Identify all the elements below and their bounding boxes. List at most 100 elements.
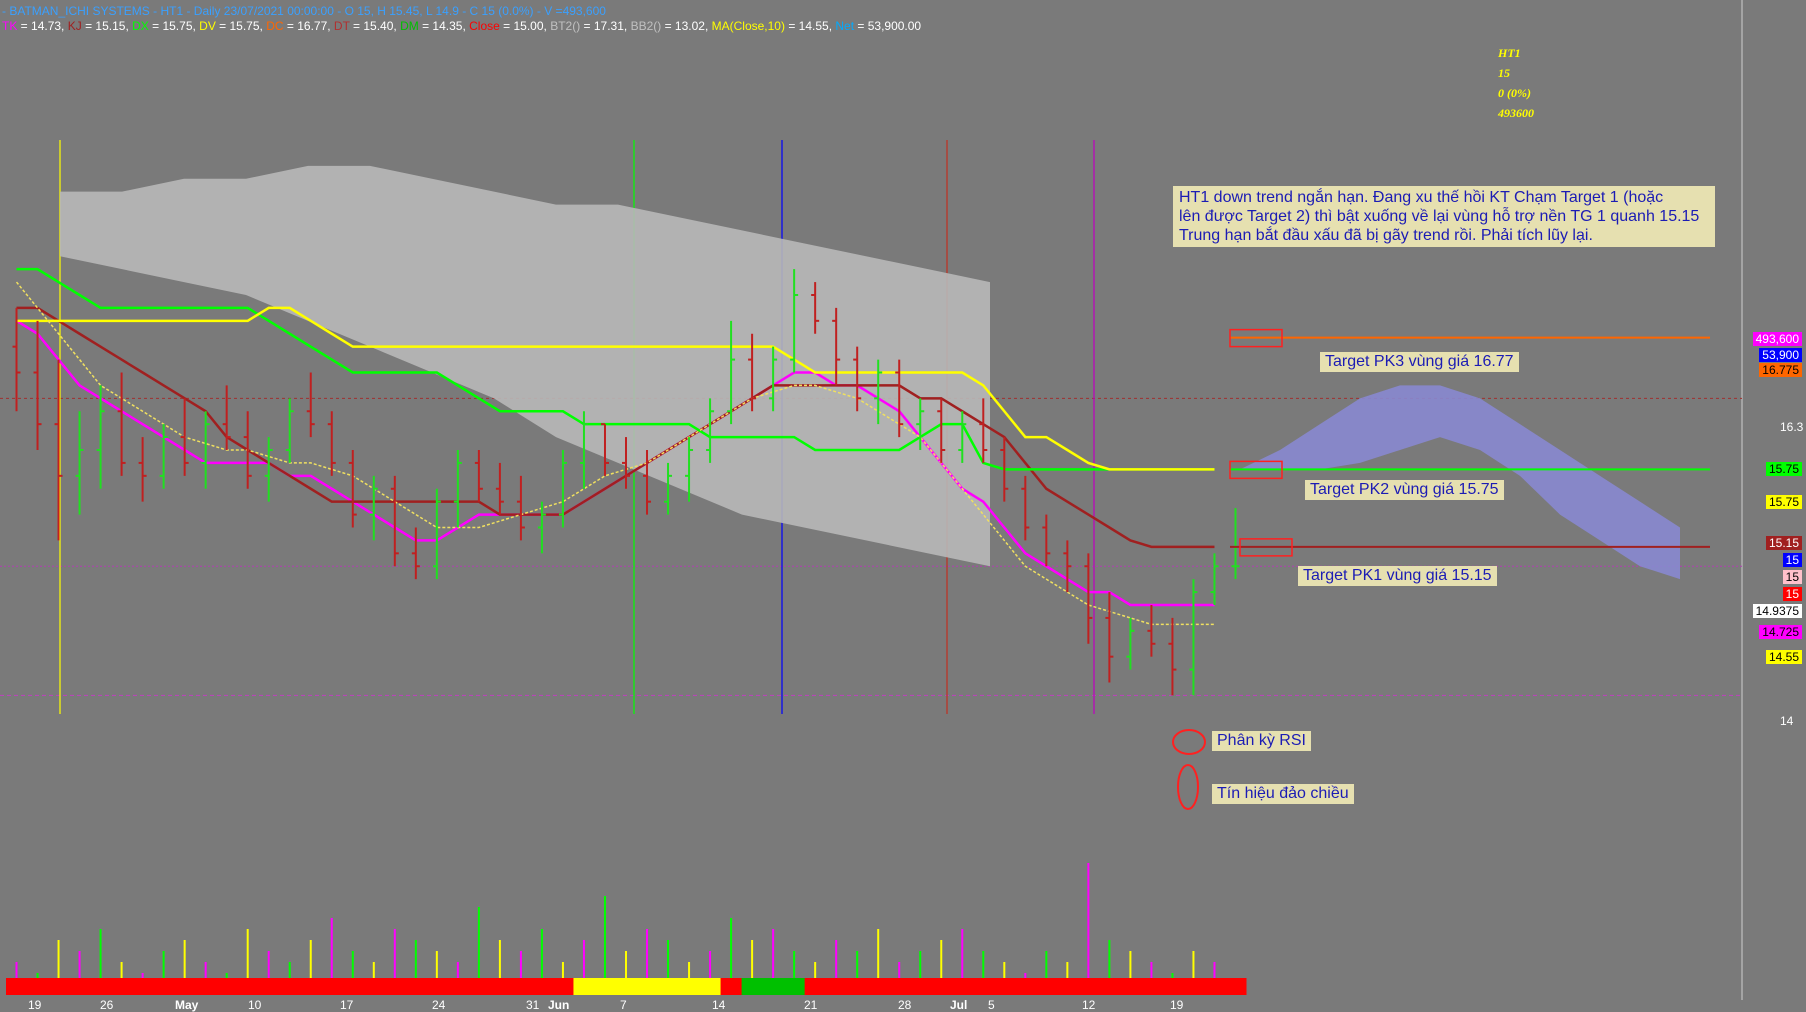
- status-cell: [1035, 978, 1058, 995]
- indicator-value: = 13.02,: [661, 19, 712, 33]
- note-line: Trung hạn bắt đầu xấu đã bị gãy trend rồ…: [1179, 227, 1593, 244]
- indicator-name: BB2(): [630, 19, 662, 33]
- indicator-name: KJ: [67, 19, 82, 33]
- status-cell: [573, 978, 595, 995]
- status-cell: [132, 978, 154, 995]
- status-cell: [552, 978, 574, 995]
- price-tag: 15.75: [1765, 495, 1802, 509]
- status-cell: [930, 978, 953, 995]
- price-tag: 15: [1782, 553, 1802, 567]
- status-cell: [363, 978, 385, 995]
- indicator-name: DC: [266, 19, 284, 33]
- status-cell: [615, 978, 638, 995]
- status-cell: [741, 978, 764, 995]
- chart-header: - BATMAN_ICHI SYSTEMS - HT1 - Daily 23/0…: [2, 4, 606, 18]
- price-tag: 14.55: [1765, 650, 1802, 664]
- indicator-name: DV: [199, 19, 216, 33]
- status-cell: [468, 978, 490, 995]
- status-cell: [699, 978, 722, 995]
- price-chart[interactable]: [0, 0, 1806, 1012]
- status-cell: [153, 978, 175, 995]
- x-tick-label: 28: [898, 998, 912, 1012]
- status-cell: [111, 978, 133, 995]
- status-cell: [48, 978, 70, 995]
- price-tag: 493,600: [1752, 332, 1802, 346]
- price-tag: 15: [1782, 587, 1802, 601]
- indicator-value: = 14.73,: [17, 19, 68, 33]
- price-tag: 14.725: [1759, 625, 1802, 639]
- indicator-value: = 14.55,: [784, 19, 836, 33]
- indicator-name: Net: [835, 19, 855, 33]
- indicator-name: MA(Close,10): [711, 19, 785, 33]
- status-cell: [510, 978, 532, 995]
- analysis-note: HT1 down trend ngắn hạn. Đang xu thế hồi…: [1173, 186, 1715, 247]
- status-cell: [1056, 978, 1079, 995]
- status-cell: [720, 978, 743, 995]
- status-cell: [678, 978, 701, 995]
- price-tag: 16.775: [1759, 363, 1802, 377]
- note-line: lên được Target 2) thì bật xuống về lại …: [1179, 208, 1700, 225]
- indicator-name: DX: [132, 19, 149, 33]
- target-pk2-label: Target PK2 vùng giá 15.75: [1305, 480, 1504, 500]
- indicator-value: = 15.75,: [215, 19, 267, 33]
- target-pk1-label: Target PK1 vùng giá 15.15: [1298, 566, 1497, 586]
- symbol-info-box: HT1 15 0 (0%) 493600: [1498, 43, 1534, 123]
- indicator-value: = 17.31,: [580, 19, 631, 33]
- status-cell: [237, 978, 259, 995]
- status-cell: [279, 978, 301, 995]
- status-cell: [1119, 978, 1142, 995]
- price-tag: 15: [1782, 570, 1802, 584]
- status-cell: [594, 978, 616, 995]
- chart-window: - BATMAN_ICHI SYSTEMS - HT1 - Daily 23/0…: [0, 0, 1806, 1012]
- indicator-value: = 15.75,: [148, 19, 200, 33]
- status-cell: [888, 978, 911, 995]
- price-tag: 53,900: [1759, 348, 1802, 362]
- indicator-name: DT: [333, 19, 350, 33]
- info-symbol: HT1: [1498, 46, 1521, 60]
- x-tick-label: Jun: [548, 998, 570, 1012]
- status-cell: [909, 978, 932, 995]
- x-tick-label: 12: [1082, 998, 1096, 1012]
- status-cell: [1140, 978, 1163, 995]
- status-cell: [6, 978, 28, 995]
- info-volume: 493600: [1498, 106, 1534, 120]
- indicator-value: = 15.00,: [499, 19, 551, 33]
- indicator-name: Close: [469, 19, 500, 33]
- status-cell: [1161, 978, 1184, 995]
- x-tick-label: 19: [1170, 998, 1184, 1012]
- x-tick-label: 7: [620, 998, 627, 1012]
- x-tick-label: 17: [340, 998, 354, 1012]
- indicator-name: DM: [400, 19, 419, 33]
- price-tag: 14.9375: [1752, 604, 1802, 618]
- status-cell: [783, 978, 806, 995]
- indicator-value: = 53,900.00: [854, 19, 922, 33]
- x-tick-label: 26: [100, 998, 114, 1012]
- indicator-value: = 14.35,: [418, 19, 470, 33]
- status-cell: [69, 978, 91, 995]
- info-price: 15: [1498, 66, 1510, 80]
- y-tick-label: 14: [1780, 714, 1794, 728]
- status-cell: [1098, 978, 1121, 995]
- indicator-legend: TK = 14.73, KJ = 15.15, DX = 15.75, DV =…: [2, 19, 921, 33]
- indicator-name: TK: [2, 19, 18, 33]
- status-cell: [762, 978, 785, 995]
- x-tick-label: 21: [804, 998, 818, 1012]
- reversal-signal-label: Tín hiệu đảo chiều: [1212, 784, 1354, 804]
- status-cell: [405, 978, 427, 995]
- x-tick-label: 31: [526, 998, 540, 1012]
- indicator-name: BT2(): [550, 19, 581, 33]
- indicator-value: = 16.77,: [283, 19, 334, 33]
- status-cell: [321, 978, 343, 995]
- x-tick-label: May: [175, 998, 199, 1012]
- status-cell: [867, 978, 890, 995]
- status-cell: [489, 978, 511, 995]
- status-cell: [342, 978, 364, 995]
- status-cell: [972, 978, 995, 995]
- status-cell: [804, 978, 827, 995]
- price-tag: 15.15: [1765, 536, 1802, 550]
- info-change: 0 (0%): [1498, 86, 1531, 100]
- y-tick-label: 16.3: [1780, 420, 1804, 434]
- status-cell: [1014, 978, 1037, 995]
- status-cell: [300, 978, 322, 995]
- rsi-divergence-label: Phân kỳ RSI: [1212, 731, 1311, 751]
